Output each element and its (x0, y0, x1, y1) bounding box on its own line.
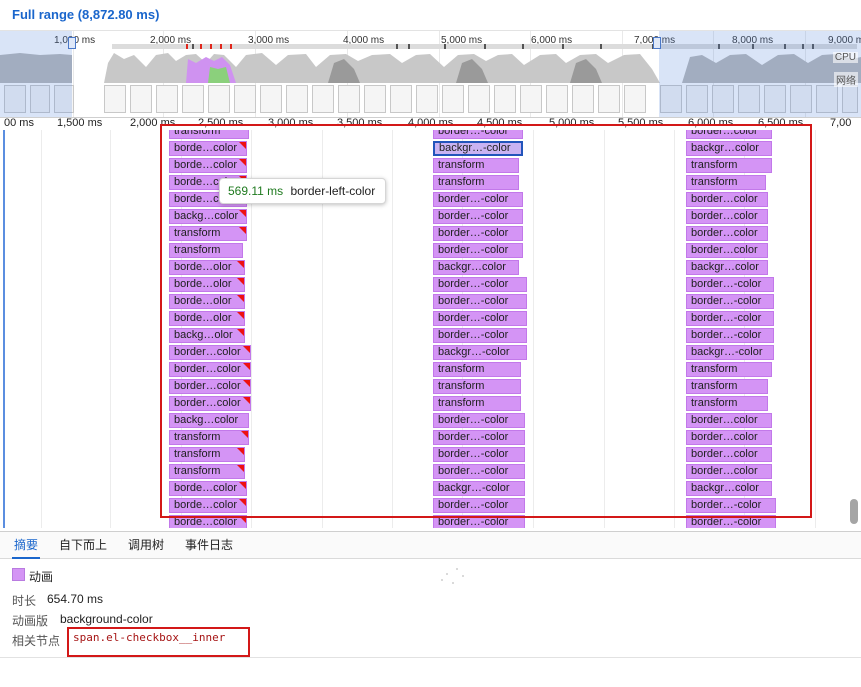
node-highlight-box (67, 627, 250, 657)
network-track-label: 网络 (834, 72, 858, 87)
tab-bottom-up[interactable]: 自下而上 (57, 532, 109, 557)
overview-unselected-right (659, 31, 861, 117)
panel-divider (0, 657, 861, 658)
range-end-handle[interactable] (653, 37, 661, 49)
event-tooltip: 569.11 ms border-left-color (219, 178, 387, 204)
range-title[interactable]: Full range (8,872.80 ms) (12, 7, 159, 22)
animation-value: background-color (60, 612, 153, 626)
axis-tick: 00 ms (4, 117, 34, 129)
tab-summary[interactable]: 摘要 (12, 532, 41, 559)
axis-tick: 7,00 (830, 117, 852, 129)
flame-scrollbar-thumb[interactable] (850, 499, 858, 524)
tooltip-event-name: border-left-color (290, 184, 376, 198)
category-swatch (12, 568, 25, 581)
axis-tick: 1,500 ms (57, 117, 103, 129)
animation-label: 动画版 (12, 614, 49, 628)
duration-label: 时长 (12, 594, 37, 608)
overview-unselected-left (0, 31, 72, 117)
category-label: 动画 (29, 570, 54, 584)
details-tabs: 摘要 自下而上 调用树 事件日志 (0, 531, 861, 559)
timeline-overview[interactable]: 1,000 ms 2,000 ms 3,000 ms 4,000 ms 5,00… (0, 30, 861, 118)
cpu-track-label: CPU (832, 52, 858, 63)
tooltip-duration: 569.11 ms (228, 184, 284, 198)
duration-value: 654.70 ms (47, 592, 104, 606)
related-node-label: 相关节点 (12, 634, 61, 648)
tab-event-log[interactable]: 事件日志 (183, 532, 235, 557)
tab-call-tree[interactable]: 调用树 (126, 532, 166, 557)
range-start-handle[interactable] (68, 37, 76, 49)
